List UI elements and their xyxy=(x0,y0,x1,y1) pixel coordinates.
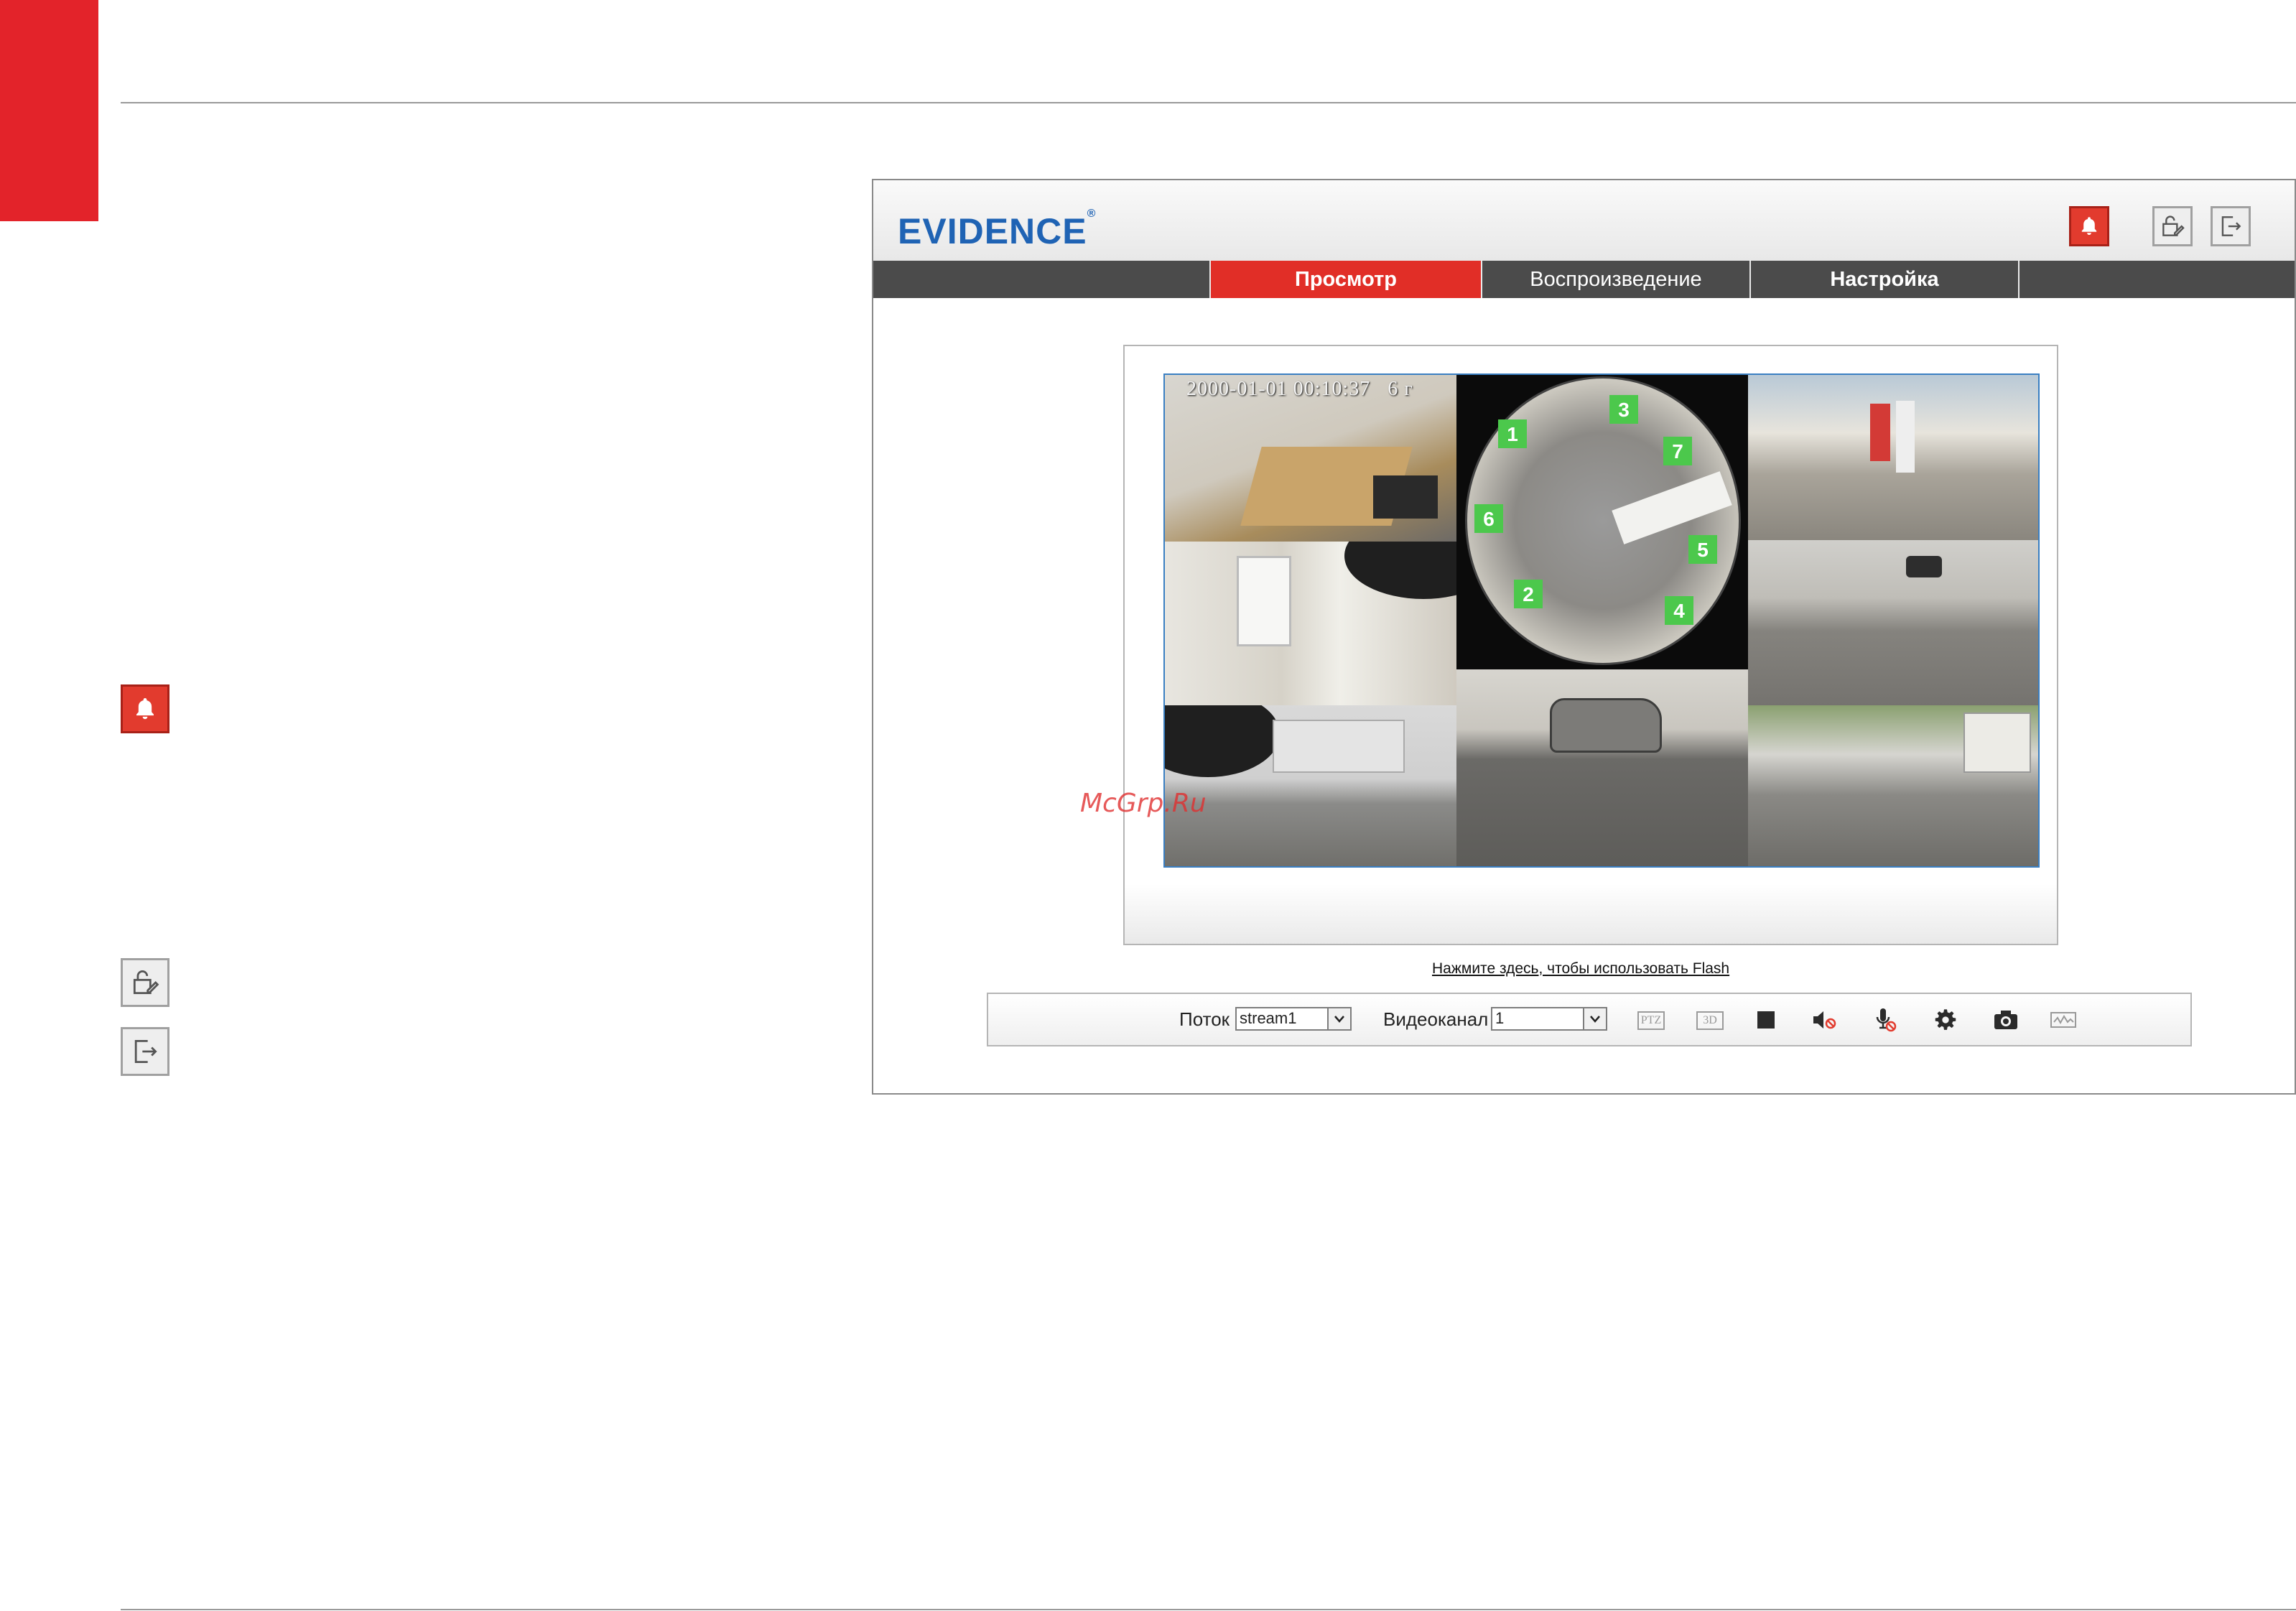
talk-button[interactable] xyxy=(1869,1006,1902,1034)
evidence-logo: EVIDENCE® xyxy=(898,208,1097,251)
settings-gear-icon xyxy=(1935,1009,1956,1030)
channel-select-value: 1 xyxy=(1495,1009,1505,1027)
fisheye-zone-7: 7 xyxy=(1663,437,1692,469)
small-car xyxy=(1906,556,1942,577)
change-password-button[interactable] xyxy=(2152,206,2193,246)
lock-edit-icon xyxy=(121,958,169,1007)
fisheye-zone-5: 5 xyxy=(1688,535,1717,567)
mute-icon xyxy=(1813,1011,1836,1029)
svg-text:1: 1 xyxy=(1507,423,1518,445)
live-video[interactable]: 1 2 3 4 5 6 7 2000-01-01 00:10:37 6 г xyxy=(1163,373,2040,868)
video-tile-people xyxy=(1748,375,2038,540)
fisheye-zone-4: 4 xyxy=(1665,596,1693,628)
alarm-button[interactable] xyxy=(2069,206,2109,246)
video-container: 1 2 3 4 5 6 7 2000-01-01 00:10:37 6 г xyxy=(1123,345,2058,945)
logout-button[interactable] xyxy=(2211,206,2251,246)
control-toolbar: Поток stream1 Видеоканал 1 PTZ 3D xyxy=(987,993,2192,1046)
osd-timestamp: 2000-01-01 00:10:37 6 г xyxy=(1186,378,1413,400)
tab-view[interactable]: Просмотр xyxy=(1209,261,1481,298)
page-corner-tab xyxy=(0,0,98,221)
alarm-bell-icon xyxy=(2081,217,2097,236)
building-wall xyxy=(1273,720,1405,773)
motion-graph-icon xyxy=(2050,1012,2076,1028)
camera-web-ui: EVIDENCE® Просмотр Воспроизведение Настр… xyxy=(872,179,2296,1095)
snapshot-camera-icon xyxy=(1994,1011,2017,1029)
lens-edge xyxy=(1165,705,1280,777)
person-white-shirt xyxy=(1896,401,1915,473)
door xyxy=(1237,556,1291,646)
nav-separator xyxy=(2018,261,2021,298)
stream-select-value: stream1 xyxy=(1240,1009,1297,1027)
alarm-bell-icon xyxy=(121,684,169,733)
svg-text:6: 6 xyxy=(1483,508,1495,530)
video-tile-garages xyxy=(1748,540,2038,705)
chevron-down-icon xyxy=(1327,1008,1350,1029)
tab-playback[interactable]: Воспроизведение xyxy=(1481,261,1749,298)
mic-off-icon xyxy=(1876,1008,1897,1032)
bottom-divider xyxy=(121,1609,2296,1610)
audio-button[interactable] xyxy=(1808,1006,1841,1034)
fisheye-zone-1: 1 xyxy=(1498,419,1527,452)
ui-header: EVIDENCE® xyxy=(873,180,2295,261)
logout-icon xyxy=(2221,216,2241,236)
stream-select[interactable]: stream1 xyxy=(1235,1007,1352,1031)
3d-button[interactable]: 3D xyxy=(1696,1011,1724,1030)
stream-label: Поток xyxy=(1179,1008,1230,1030)
person-red-shirt xyxy=(1870,404,1890,461)
chevron-down-icon xyxy=(1583,1008,1606,1029)
watermark-text: McGrp.Ru xyxy=(1080,789,1207,818)
stop-icon xyxy=(1757,1011,1775,1029)
video-tile-parking-car xyxy=(1456,669,1748,866)
parked-car xyxy=(1550,698,1662,753)
shed xyxy=(1963,712,2031,773)
channel-label: Видеоканал xyxy=(1383,1008,1489,1030)
svg-text:7: 7 xyxy=(1672,440,1683,463)
svg-text:3: 3 xyxy=(1618,399,1630,421)
snapshot-button[interactable] xyxy=(1989,1006,2022,1034)
video-tile-fisheye: 1 2 3 4 5 6 7 xyxy=(1456,375,1748,669)
svg-text:4: 4 xyxy=(1673,600,1685,622)
logout-icon xyxy=(121,1027,169,1076)
svg-text:5: 5 xyxy=(1697,539,1709,561)
channel-select[interactable]: 1 xyxy=(1491,1007,1607,1031)
fisheye-zone-6: 6 xyxy=(1474,504,1503,537)
fisheye-zone-2: 2 xyxy=(1514,580,1543,612)
video-tile-yard-right xyxy=(1748,705,2038,866)
lock-edit-icon xyxy=(2162,215,2185,236)
main-nav: Просмотр Воспроизведение Настройка xyxy=(873,261,2295,298)
motion-button[interactable] xyxy=(2047,1006,2080,1034)
top-divider xyxy=(121,102,2296,103)
settings-button[interactable] xyxy=(1929,1006,1962,1034)
video-tile-entrance xyxy=(1165,542,1456,705)
tab-settings[interactable]: Настройка xyxy=(1749,261,2018,298)
video-tile-yard-left xyxy=(1165,705,1456,866)
use-flash-link[interactable]: Нажмите здесь, чтобы использовать Flash xyxy=(1432,960,1729,978)
lens-edge xyxy=(1344,542,1456,599)
stop-button[interactable] xyxy=(1749,1006,1783,1034)
fisheye-zone-3: 3 xyxy=(1609,395,1638,427)
dark-boxes xyxy=(1373,475,1438,519)
svg-text:2: 2 xyxy=(1523,583,1534,605)
ptz-button[interactable]: PTZ xyxy=(1637,1011,1665,1030)
